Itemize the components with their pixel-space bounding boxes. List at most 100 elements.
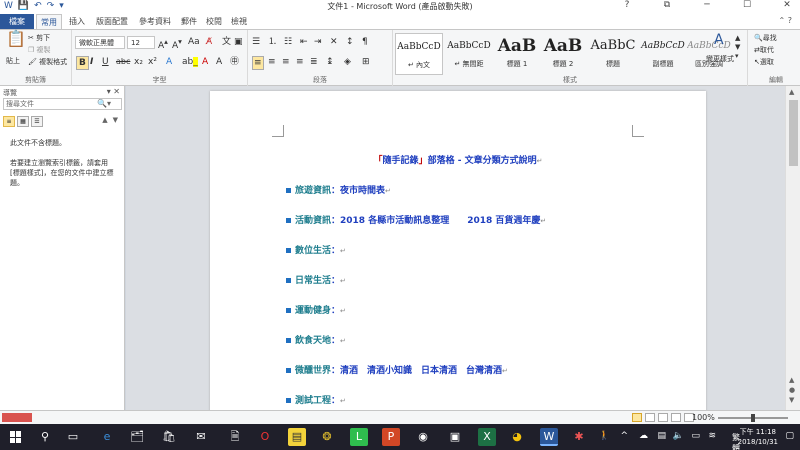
style-heading-2[interactable]: AaB 標題 2 bbox=[539, 33, 587, 75]
tab-review[interactable]: 校閱 bbox=[203, 14, 225, 29]
align-right-icon[interactable]: ≡ bbox=[282, 56, 290, 68]
style-heading-1[interactable]: AaB 標題 1 bbox=[493, 33, 541, 75]
opera-icon[interactable]: 🗎 bbox=[226, 428, 244, 446]
change-styles-button[interactable]: 變更樣式 bbox=[706, 54, 734, 64]
powerpoint-icon[interactable]: P bbox=[382, 428, 400, 446]
wifi-icon[interactable]: ≋ bbox=[708, 431, 716, 441]
start-icon[interactable] bbox=[10, 431, 22, 443]
document-title[interactable]: 「隨手記錄」部落格 - 文章分類方式說明↵ bbox=[210, 153, 706, 166]
sticky-icon[interactable]: ▤ bbox=[288, 428, 306, 446]
tab-home[interactable]: 常用 bbox=[36, 14, 62, 29]
style-no-spacing[interactable]: AaBbCcD ↵ 無間距 bbox=[445, 33, 493, 75]
person-icon[interactable]: 🚶 bbox=[599, 431, 610, 441]
list-item[interactable]: 運動健身：↵ bbox=[286, 303, 346, 316]
shrink-font-icon[interactable]: A▾ bbox=[172, 36, 182, 52]
align-left-icon[interactable]: ≡ bbox=[252, 56, 264, 70]
list-item[interactable]: 飲食天地：↵ bbox=[286, 333, 346, 346]
strikethrough-icon[interactable]: abc bbox=[116, 56, 130, 68]
increase-indent-icon[interactable]: ⇥ bbox=[314, 36, 322, 48]
search-icon[interactable]: ⚲ bbox=[36, 428, 54, 446]
nav-results-view-icon[interactable]: ☰ bbox=[31, 116, 43, 127]
status-indicator[interactable] bbox=[2, 413, 32, 422]
list-item[interactable]: 微醺世界：清酒 清酒小知識 日本清酒 台灣清酒↵ bbox=[286, 363, 508, 376]
paste-button[interactable]: 貼上 bbox=[6, 56, 20, 66]
nav-headings-view-icon[interactable]: ≡ bbox=[3, 116, 15, 127]
full-screen-reading-icon[interactable] bbox=[645, 413, 655, 422]
align-center-icon[interactable]: ≡ bbox=[268, 56, 276, 68]
restore-icon[interactable]: ⧉ bbox=[660, 0, 674, 10]
tab-insert[interactable]: 插入 bbox=[64, 14, 90, 29]
show-marks-icon[interactable]: ¶ bbox=[362, 36, 368, 48]
distributed-icon[interactable]: ≣ bbox=[310, 56, 318, 68]
word-icon[interactable]: W bbox=[540, 428, 558, 446]
replace-button[interactable]: ⇄取代 bbox=[754, 45, 774, 55]
paste-icon[interactable]: 📋 bbox=[6, 31, 26, 47]
zoom-knob[interactable] bbox=[751, 414, 755, 422]
font-name-select[interactable]: 微軟正黑體 bbox=[75, 36, 125, 49]
char-border-icon[interactable]: ▣ bbox=[234, 36, 243, 48]
vertical-scrollbar[interactable]: ▲ ▲ ● ▼ bbox=[785, 86, 800, 410]
chinese-layout-icon[interactable]: ✕ bbox=[330, 36, 338, 48]
tab-page-layout[interactable]: 版面配置 bbox=[92, 14, 132, 29]
mail-icon[interactable]: ✉ bbox=[192, 428, 210, 446]
document-page[interactable]: 「隨手記錄」部落格 - 文章分類方式說明↵ 旅遊資訊：夜市時間表↵ 活動資訊：2… bbox=[210, 91, 706, 410]
excel-icon[interactable]: X bbox=[478, 428, 496, 446]
tab-mailings[interactable]: 郵件 bbox=[178, 14, 200, 29]
game-icon[interactable]: ✱ bbox=[570, 428, 588, 446]
nav-pane-close-icon[interactable]: ▾ ✕ bbox=[107, 87, 120, 96]
style-subtitle[interactable]: AaBbCcD 副標題 bbox=[639, 33, 687, 75]
volume-icon[interactable]: 🔈 bbox=[673, 431, 684, 441]
tab-file[interactable]: 檔案 bbox=[0, 14, 34, 29]
subscript-icon[interactable]: x₂ bbox=[134, 56, 143, 68]
battery-icon[interactable]: ▭ bbox=[691, 431, 700, 441]
sort-icon[interactable]: ↕ bbox=[346, 36, 354, 48]
shading-icon[interactable]: ◈ bbox=[344, 56, 351, 68]
opera-browser-icon[interactable]: O bbox=[256, 428, 274, 446]
multilevel-list-icon[interactable]: ☷ bbox=[284, 36, 292, 48]
cloud-icon[interactable]: ☁ bbox=[639, 431, 648, 441]
winrar-icon[interactable]: ❂ bbox=[318, 428, 336, 446]
enclose-char-icon[interactable]: ㊥ bbox=[230, 56, 239, 68]
photos-icon[interactable]: ▣ bbox=[446, 428, 464, 446]
borders-icon[interactable]: ⊞ bbox=[362, 56, 370, 68]
minimize-icon[interactable]: ─ bbox=[700, 0, 714, 10]
style-normal[interactable]: AaBbCcD ↵ 內文 bbox=[395, 33, 443, 75]
explorer-icon[interactable]: 🗂 bbox=[128, 428, 146, 446]
font-color-icon[interactable]: A bbox=[202, 56, 208, 68]
font-size-select[interactable]: 12 bbox=[127, 36, 155, 49]
tray-up-icon[interactable]: ^ bbox=[620, 431, 628, 441]
zoom-level[interactable]: 100% bbox=[692, 413, 715, 422]
bold-icon[interactable]: B bbox=[76, 56, 89, 70]
maximize-icon[interactable]: ☐ bbox=[740, 0, 754, 10]
phonetic-icon[interactable]: 文 bbox=[222, 36, 231, 48]
list-item[interactable]: 活動資訊：2018 各縣市活動訊息整理 2018 百貨週年慶↵ bbox=[286, 213, 546, 226]
outline-icon[interactable] bbox=[671, 413, 681, 422]
nav-next-icon[interactable]: ▼ bbox=[113, 116, 118, 124]
underline-icon[interactable]: U bbox=[102, 56, 109, 68]
close-icon[interactable]: ✕ bbox=[780, 0, 794, 10]
scroll-up-icon[interactable]: ▲ bbox=[789, 88, 794, 96]
justify-icon[interactable]: ≡ bbox=[296, 56, 304, 68]
nav-pages-view-icon[interactable]: ▦ bbox=[17, 116, 29, 127]
scroll-thumb[interactable] bbox=[789, 100, 798, 166]
print-layout-icon[interactable] bbox=[632, 413, 642, 422]
select-button[interactable]: ↖選取 bbox=[754, 57, 774, 67]
text-effects-icon[interactable]: A bbox=[166, 56, 172, 68]
ribbon-minimize-icon[interactable]: ⌃ ? bbox=[779, 16, 793, 25]
media-icon[interactable]: ◉ bbox=[414, 428, 432, 446]
nav-search-input[interactable]: 搜尋文件 🔍▾ bbox=[3, 98, 122, 110]
find-button[interactable]: 🔍尋找 bbox=[754, 33, 777, 43]
change-styles-icon[interactable]: A bbox=[714, 33, 724, 47]
cut-button[interactable]: ✂ 剪下 bbox=[28, 33, 50, 43]
style-title[interactable]: AaBbC 標題 bbox=[589, 33, 637, 75]
next-page-icon[interactable]: ▼ bbox=[789, 396, 794, 404]
copy-button[interactable]: ❐ 複製 bbox=[28, 45, 51, 55]
numbering-icon[interactable]: ⒈ bbox=[268, 36, 277, 48]
network-icon[interactable]: ▤ bbox=[657, 431, 666, 441]
web-layout-icon[interactable] bbox=[658, 413, 668, 422]
list-item[interactable]: 測試工程：↵ bbox=[286, 393, 346, 406]
highlight-icon[interactable]: ab_ bbox=[182, 56, 198, 68]
decrease-indent-icon[interactable]: ⇤ bbox=[300, 36, 308, 48]
taskview-icon[interactable]: ▭ bbox=[64, 428, 82, 446]
line-spacing-icon[interactable]: ↨ bbox=[326, 56, 334, 68]
